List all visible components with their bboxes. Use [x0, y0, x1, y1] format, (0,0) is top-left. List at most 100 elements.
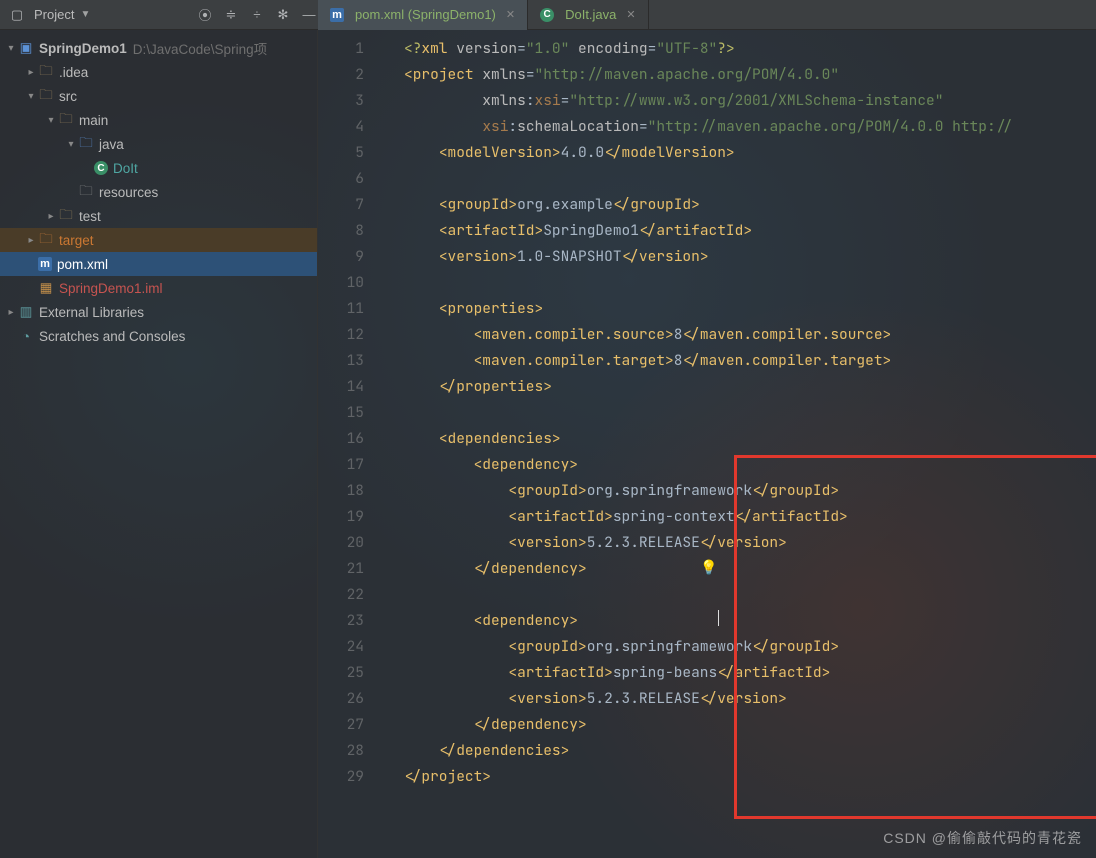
tree-scratches[interactable]: ◔ Scratches and Consoles	[0, 324, 317, 348]
chevron-down-icon: ▾	[24, 91, 38, 102]
text-caret	[718, 610, 719, 626]
select-opened-file-icon[interactable]: ⦿	[196, 6, 214, 24]
code-line[interactable]: </project>	[404, 764, 1096, 790]
tree-idea[interactable]: ▸ 🗀 .idea	[0, 60, 317, 84]
source-folder-icon: 🗀	[78, 136, 94, 152]
tree-root-path: D:\JavaCode\Spring项	[133, 38, 267, 58]
code-line[interactable]: <?xml version="1.0" encoding="UTF-8"?>	[404, 36, 1096, 62]
tab-label: DoIt.java	[565, 7, 616, 22]
code-area[interactable]: <?xml version="1.0" encoding="UTF-8"?><p…	[404, 36, 1096, 790]
tab-label: pom.xml (SpringDemo1)	[355, 7, 496, 22]
code-line[interactable]	[404, 166, 1096, 192]
folder-icon: 🗀	[38, 88, 54, 104]
chevron-right-icon: ▸	[24, 235, 38, 246]
chevron-down-icon: ▾	[64, 139, 78, 150]
tree-test[interactable]: ▸ 🗀 test	[0, 204, 317, 228]
code-line[interactable]: </dependency>	[404, 556, 1096, 582]
expand-all-icon[interactable]: ≑	[222, 6, 240, 24]
maven-file-icon: m	[38, 257, 52, 271]
tab-pom-xml[interactable]: m pom.xml (SpringDemo1) ✕	[318, 0, 528, 30]
watermark: CSDN @偷偷敲代码的青花瓷	[883, 828, 1082, 848]
code-line[interactable]: <dependencies>	[404, 426, 1096, 452]
code-line[interactable]: <maven.compiler.source>8</maven.compiler…	[404, 322, 1096, 348]
tree-label: Scratches and Consoles	[39, 329, 185, 344]
module-folder-icon: ▣	[18, 40, 34, 56]
editor-tabs: m pom.xml (SpringDemo1) ✕ C DoIt.java ✕	[318, 0, 649, 30]
collapse-all-icon[interactable]: ÷	[248, 6, 266, 24]
project-panel-icon[interactable]: ▢	[8, 6, 26, 24]
tree-label: main	[79, 113, 108, 128]
tree-root[interactable]: ▾ ▣ SpringDemo1 D:\JavaCode\Spring项	[0, 36, 317, 60]
code-line[interactable]: xsi:schemaLocation="http://maven.apache.…	[404, 114, 1096, 140]
tree-label: pom.xml	[57, 257, 108, 272]
tree-external-libraries[interactable]: ▸ ▥ External Libraries	[0, 300, 317, 324]
code-line[interactable]: <artifactId>spring-beans</artifactId>	[404, 660, 1096, 686]
code-line[interactable]: <dependency>	[404, 608, 1096, 634]
code-line[interactable]: <version>5.2.3.RELEASE</version>	[404, 686, 1096, 712]
editor[interactable]: 1234567891011121314151617181920212223242…	[318, 30, 1096, 858]
project-tree[interactable]: ▾ ▣ SpringDemo1 D:\JavaCode\Spring项 ▸ 🗀 …	[0, 30, 318, 858]
tree-label: External Libraries	[39, 305, 144, 320]
library-icon: ▥	[18, 304, 34, 320]
code-line[interactable]: <project xmlns="http://maven.apache.org/…	[404, 62, 1096, 88]
tab-doit-java[interactable]: C DoIt.java ✕	[528, 0, 649, 30]
code-line[interactable]	[404, 582, 1096, 608]
code-line[interactable]: <properties>	[404, 296, 1096, 322]
intention-bulb-icon[interactable]: 💡	[700, 559, 717, 577]
project-selector-label: Project	[34, 7, 74, 22]
tree-label: SpringDemo1.iml	[59, 281, 163, 296]
code-line[interactable]: <groupId>org.springframework</groupId>	[404, 634, 1096, 660]
code-line[interactable]: <version>1.0-SNAPSHOT</version>	[404, 244, 1096, 270]
code-line[interactable]: <groupId>org.example</groupId>	[404, 192, 1096, 218]
tree-doit[interactable]: C DoIt	[0, 156, 317, 180]
chevron-right-icon: ▸	[4, 307, 18, 318]
tree-pom[interactable]: m pom.xml	[0, 252, 317, 276]
tree-label: src	[59, 89, 77, 104]
code-line[interactable]: <modelVersion>4.0.0</modelVersion>	[404, 140, 1096, 166]
tree-main[interactable]: ▾ 🗀 main	[0, 108, 317, 132]
folder-icon: 🗀	[38, 64, 54, 80]
java-class-icon: C	[94, 161, 108, 175]
code-line[interactable]	[404, 400, 1096, 426]
project-selector[interactable]: Project ▼	[34, 7, 90, 22]
code-line[interactable]: <artifactId>SpringDemo1</artifactId>	[404, 218, 1096, 244]
tree-root-name: SpringDemo1	[39, 41, 127, 56]
code-line[interactable]: <artifactId>spring-context</artifactId>	[404, 504, 1096, 530]
settings-icon[interactable]: ✻	[274, 6, 292, 24]
code-line[interactable]: <maven.compiler.target>8</maven.compiler…	[404, 348, 1096, 374]
chevron-right-icon: ▸	[44, 211, 58, 222]
tree-label: resources	[99, 185, 158, 200]
code-line[interactable]: </properties>	[404, 374, 1096, 400]
tree-label: DoIt	[113, 161, 138, 176]
hide-panel-icon[interactable]: —	[300, 6, 318, 24]
tree-label: target	[59, 233, 94, 248]
ij-file-icon: ▦	[38, 280, 54, 296]
folder-icon: 🗀	[58, 112, 74, 128]
java-class-icon: C	[540, 8, 554, 22]
maven-file-icon: m	[330, 8, 344, 22]
tree-target[interactable]: ▸ 🗀 target	[0, 228, 317, 252]
close-icon[interactable]: ✕	[506, 8, 515, 21]
code-line[interactable]	[404, 270, 1096, 296]
folder-icon: 🗀	[58, 208, 74, 224]
chevron-down-icon: ▾	[4, 43, 18, 54]
close-icon[interactable]: ✕	[626, 8, 635, 21]
chevron-down-icon: ▾	[44, 115, 58, 126]
tree-label: test	[79, 209, 101, 224]
tree-iml[interactable]: ▦ SpringDemo1.iml	[0, 276, 317, 300]
code-line[interactable]: xmlns:xsi="http://www.w3.org/2001/XMLSch…	[404, 88, 1096, 114]
code-line[interactable]: <groupId>org.springframework</groupId>	[404, 478, 1096, 504]
chevron-right-icon: ▸	[24, 67, 38, 78]
code-line[interactable]: <version>5.2.3.RELEASE</version>	[404, 530, 1096, 556]
code-line[interactable]: </dependencies>	[404, 738, 1096, 764]
target-folder-icon: 🗀	[38, 232, 54, 248]
toolbar: ▢ Project ▼ ⦿ ≑ ÷ ✻ — m pom.xml (SpringD…	[0, 0, 1096, 30]
code-line[interactable]: </dependency>	[404, 712, 1096, 738]
tree-java[interactable]: ▾ 🗀 java	[0, 132, 317, 156]
resources-folder-icon: 🗀	[78, 184, 94, 200]
code-line[interactable]: <dependency>	[404, 452, 1096, 478]
scratches-icon: ◔	[18, 328, 34, 344]
tree-label: .idea	[59, 65, 88, 80]
tree-resources[interactable]: 🗀 resources	[0, 180, 317, 204]
tree-src[interactable]: ▾ 🗀 src	[0, 84, 317, 108]
